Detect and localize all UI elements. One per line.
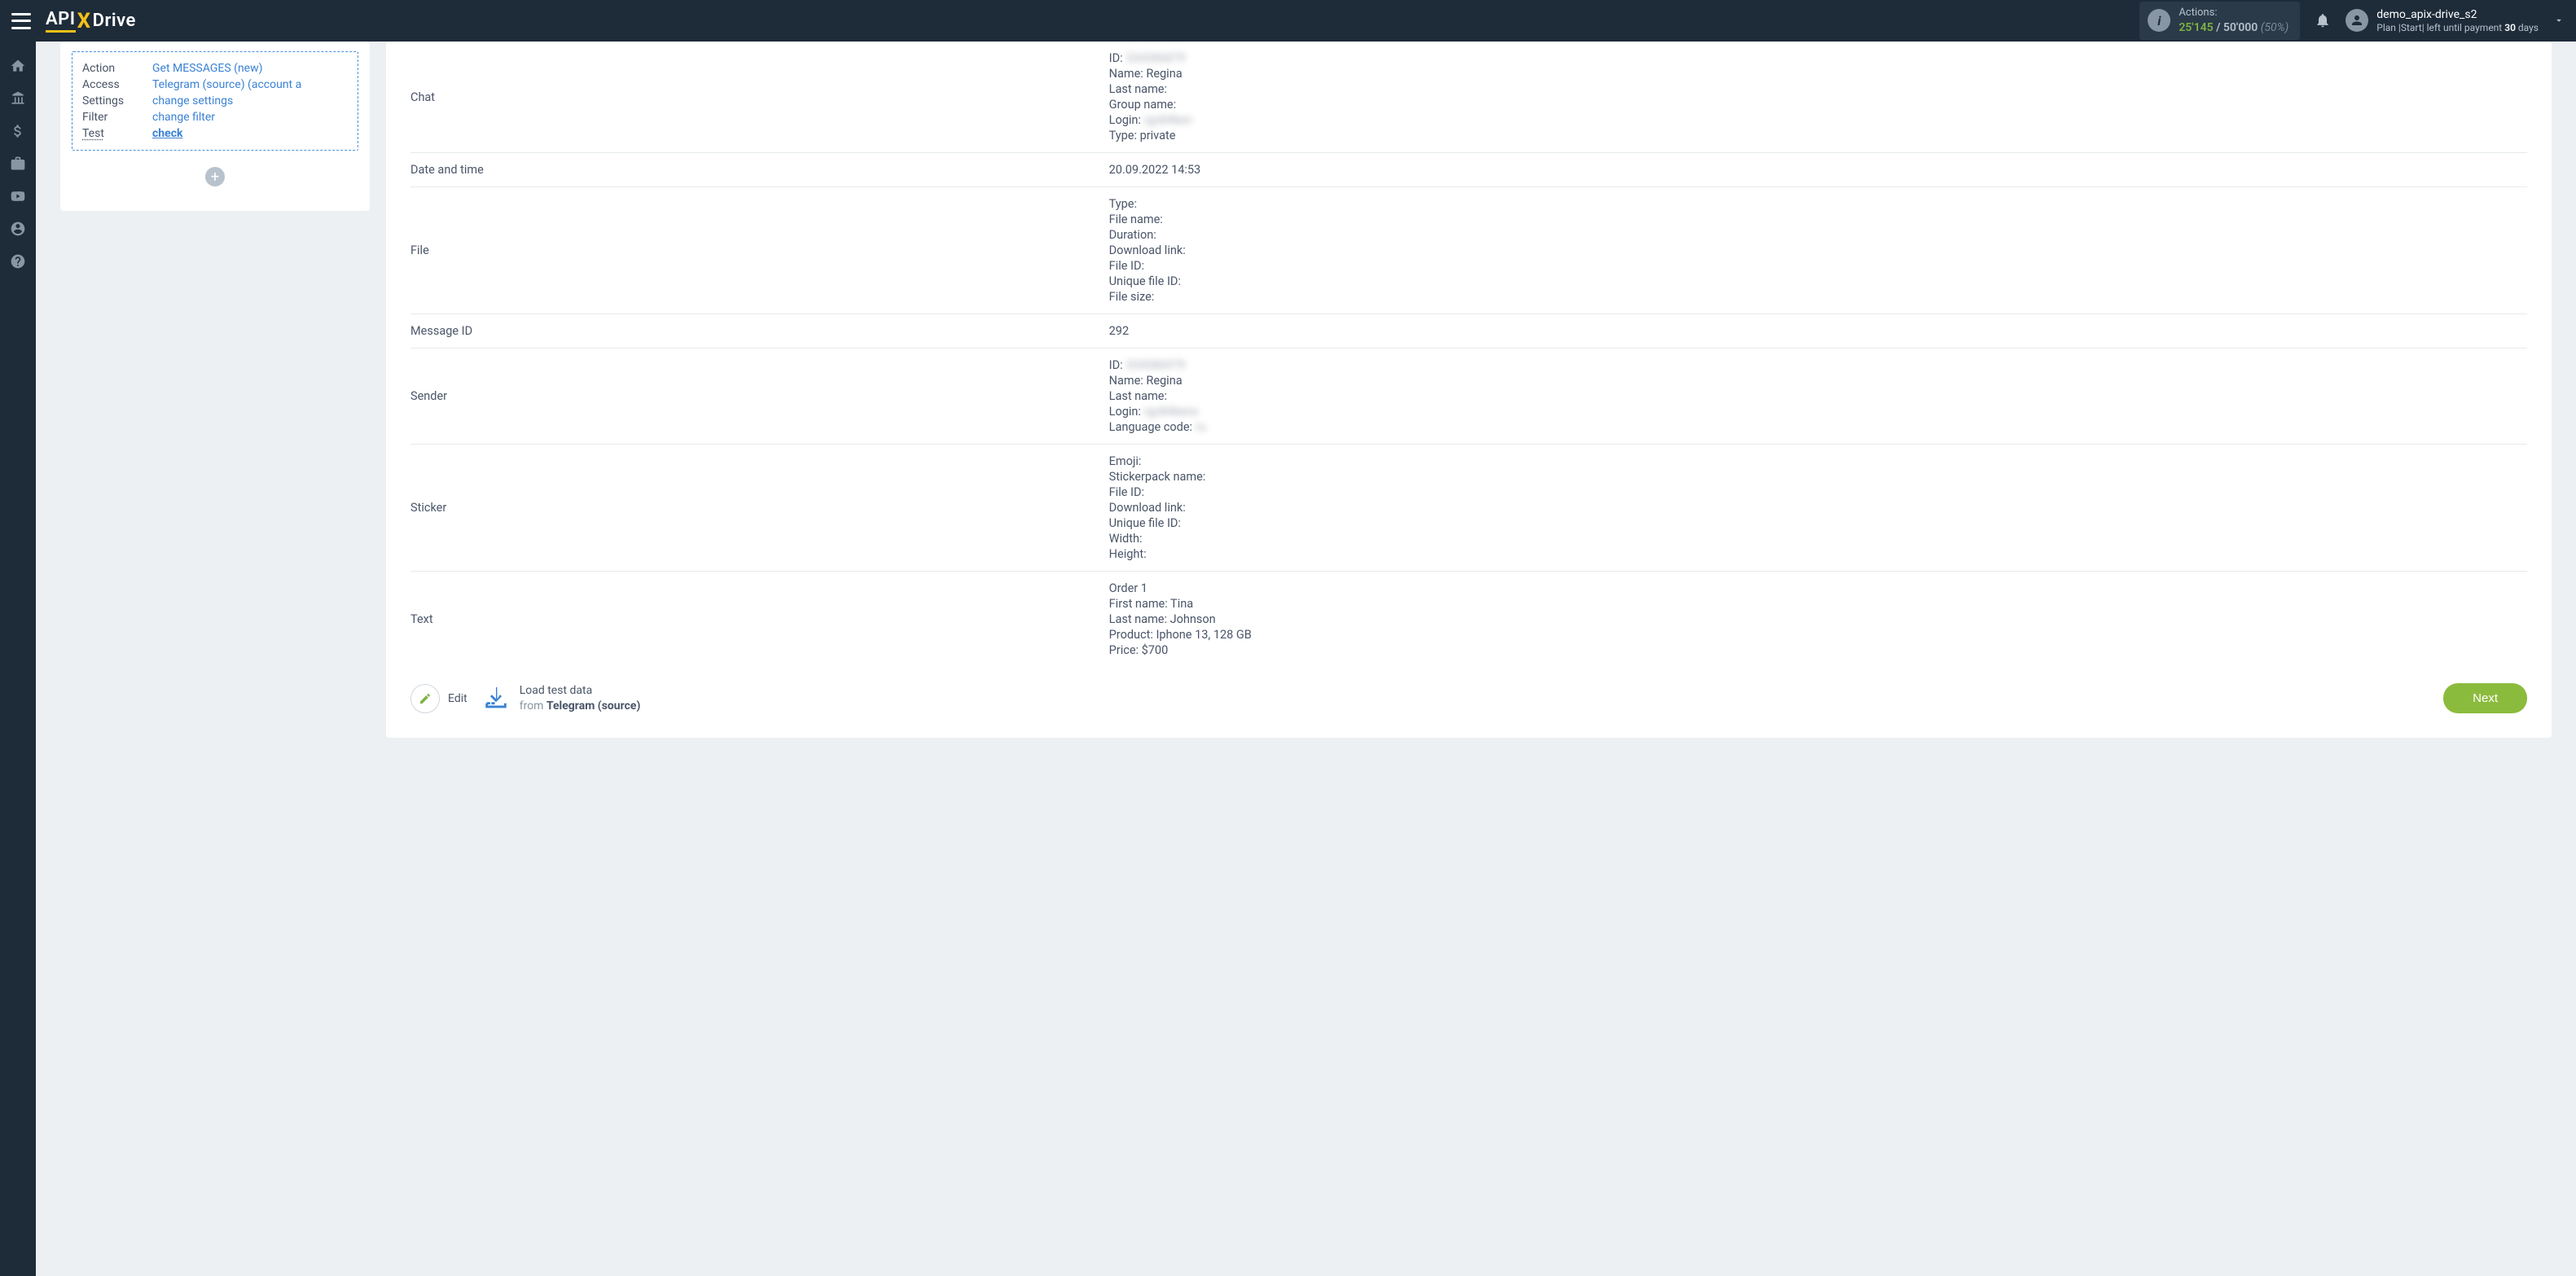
- logo-suffix: Drive: [93, 11, 136, 31]
- sidebar-item-billing[interactable]: [0, 115, 36, 147]
- hamburger-icon[interactable]: [11, 13, 31, 29]
- next-button[interactable]: Next: [2443, 683, 2527, 713]
- chevron-down-icon: [2553, 15, 2565, 26]
- field-name: Text: [410, 581, 1109, 658]
- actions-total: 50'000: [2223, 21, 2258, 34]
- table-row: Message ID292: [410, 314, 2527, 349]
- field-name: Chat: [410, 50, 1109, 143]
- edit-button[interactable]: Edit: [410, 684, 467, 713]
- table-row: ChatID: 334386879Name: ReginaLast name:G…: [410, 42, 2527, 153]
- edit-label: Edit: [448, 692, 467, 705]
- sidebar-item-account[interactable]: [0, 213, 36, 245]
- field-value: 292: [1109, 323, 2527, 339]
- table-row: StickerEmoji:Stickerpack name:File ID:Do…: [410, 445, 2527, 572]
- config-value[interactable]: change filter: [152, 111, 215, 124]
- sidebar-item-connections[interactable]: [0, 82, 36, 115]
- config-row: Filterchange filter: [82, 109, 348, 125]
- avatar-icon: [2346, 9, 2368, 32]
- logo[interactable]: APIXDrive: [46, 9, 136, 33]
- field-value: Emoji:Stickerpack name:File ID:Download …: [1109, 454, 2527, 562]
- user-name: demo_apix-drive_s2: [2376, 7, 2539, 22]
- sidebar-item-home[interactable]: [0, 50, 36, 82]
- download-icon: [482, 685, 510, 713]
- field-value: ID: 334386879Name: ReginaLast name:Group…: [1109, 50, 2527, 143]
- config-label: Test: [82, 127, 152, 140]
- field-name: Sticker: [410, 454, 1109, 562]
- app-header: APIXDrive i Actions: 25'145 / 50'000 (50…: [0, 0, 2576, 42]
- user-menu[interactable]: demo_apix-drive_s2 Plan |Start| left unt…: [2346, 7, 2565, 35]
- field-name: Message ID: [410, 323, 1109, 339]
- actions-pct: (50%): [2261, 21, 2289, 34]
- table-row: SenderID: 334586979Name: ReginaLast name…: [410, 349, 2527, 445]
- table-row: Date and time20.09.2022 14:53: [410, 153, 2527, 187]
- test-data-table: ChatID: 334386879Name: ReginaLast name:G…: [410, 42, 2527, 667]
- add-step-button[interactable]: +: [205, 167, 225, 186]
- field-value: Type:File name:Duration:Download link:Fi…: [1109, 196, 2527, 305]
- config-value[interactable]: Get MESSAGES (new): [152, 62, 263, 75]
- config-label: Action: [82, 62, 152, 75]
- config-row: Testcheck: [82, 125, 348, 142]
- table-row: TextOrder 1First name: TinaLast name: Jo…: [410, 572, 2527, 667]
- config-label: Settings: [82, 94, 152, 107]
- config-row: AccessTelegram (source) (account a: [82, 77, 348, 93]
- load-title: Load test data: [520, 683, 641, 698]
- field-name: Date and time: [410, 162, 1109, 178]
- sidebar-item-briefcase[interactable]: [0, 147, 36, 180]
- config-value[interactable]: change settings: [152, 94, 233, 107]
- source-config-card: ActionGet MESSAGES (new)AccessTelegram (…: [60, 42, 370, 211]
- field-name: Sender: [410, 357, 1109, 435]
- actions-label: Actions:: [2179, 7, 2289, 20]
- test-data-card: ChatID: 334386879Name: ReginaLast name:G…: [386, 42, 2552, 738]
- actions-counter[interactable]: i Actions: 25'145 / 50'000 (50%): [2139, 2, 2300, 40]
- config-row: ActionGet MESSAGES (new): [82, 60, 348, 77]
- config-value[interactable]: check: [152, 127, 182, 140]
- info-icon: i: [2148, 9, 2170, 32]
- actions-used: 25'145: [2179, 21, 2213, 34]
- config-row: Settingschange settings: [82, 93, 348, 109]
- logo-x: X: [77, 9, 91, 33]
- user-plan: Plan |Start| left until payment 30 days: [2376, 22, 2539, 35]
- bell-icon[interactable]: [2315, 12, 2331, 29]
- sidebar: [0, 42, 36, 1276]
- sidebar-item-video[interactable]: [0, 180, 36, 213]
- field-name: File: [410, 196, 1109, 305]
- table-row: FileType:File name:Duration:Download lin…: [410, 187, 2527, 314]
- config-label: Access: [82, 78, 152, 91]
- field-value: 20.09.2022 14:53: [1109, 162, 2527, 178]
- pencil-icon: [419, 692, 432, 705]
- field-value: Order 1First name: TinaLast name: Johnso…: [1109, 581, 2527, 658]
- config-box: ActionGet MESSAGES (new)AccessTelegram (…: [72, 51, 358, 151]
- field-value: ID: 334586979Name: ReginaLast name:Login…: [1109, 357, 2527, 435]
- sidebar-item-help[interactable]: [0, 245, 36, 278]
- logo-prefix: API: [46, 9, 76, 33]
- load-test-data-button[interactable]: Load test data from Telegram (source): [482, 683, 641, 713]
- config-value[interactable]: Telegram (source) (account a: [152, 78, 301, 91]
- config-label: Filter: [82, 111, 152, 124]
